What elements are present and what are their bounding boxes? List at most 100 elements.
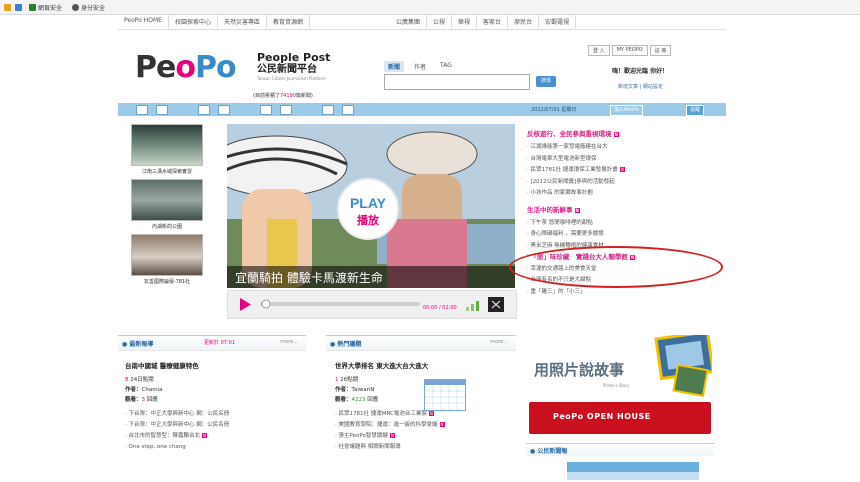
video-player[interactable]: PLAY 播放 宜蘭騎拍 體驗卡馬渡新生命 <box>227 124 515 288</box>
search-tab-news[interactable]: 新聞 <box>384 61 405 72</box>
search-tab-tag[interactable]: TAG <box>436 61 456 72</box>
site-title-en: People Post <box>257 51 331 64</box>
top-nav-item[interactable]: 天然災害專區 <box>218 15 267 28</box>
article-title[interactable]: 台南中國城 醫療健康特色 <box>125 360 305 370</box>
top-nav-item[interactable]: 校園探索中心 <box>169 15 218 28</box>
thumbnail-image[interactable] <box>131 179 203 221</box>
play-label-zh[interactable]: 播放 <box>357 213 380 227</box>
greeting-text: 嗨！歡迎光臨 你好！ <box>612 68 669 75</box>
new-badge: N <box>439 422 445 427</box>
logo-part: o <box>175 50 196 85</box>
story-subtitle: Photo's Story <box>603 383 630 388</box>
toolbar-icon[interactable] <box>136 104 148 115</box>
toolbar-icon[interactable] <box>198 104 210 115</box>
list-item[interactable]: · 下午茶 悠閒咖啡裡的甜點 <box>527 218 725 230</box>
identity-security-button[interactable]: 身分安全 <box>69 3 108 12</box>
my-peopo-button[interactable]: MY PEOPO <box>611 45 648 56</box>
new-badge: N <box>574 207 580 213</box>
article-author: 作者：Chamia <box>125 387 163 393</box>
list-item[interactable]: · 下台灣：中正大學與新中心 網：公民名冊 <box>125 409 305 420</box>
new-badge: N <box>613 132 619 137</box>
list-item[interactable]: · One step, one chang <box>125 442 305 453</box>
list-item[interactable]: · 江湖綠能第一家發電廠建在台大 <box>527 142 725 154</box>
volume-bar[interactable] <box>476 301 479 311</box>
list-item[interactable]: · 民眾1781社 捷運環保工業發展計畫 N <box>527 165 725 177</box>
search-input[interactable] <box>384 74 530 90</box>
article-title[interactable]: 世界大學排名 東大進大台大進大 <box>335 360 515 370</box>
thumbnail-image[interactable] <box>131 234 203 276</box>
article-comments: 觀看：3 回應 <box>125 397 158 403</box>
list-item[interactable]: · 台北市的智慧型：陳嘉鵬台北 N <box>125 431 305 442</box>
logo-part: Po <box>194 50 237 85</box>
thumbnail-caption[interactable]: 江南三溝水域探索實習 <box>125 168 209 175</box>
video-time: 00:00 / 02:00 <box>423 305 457 311</box>
search-button[interactable]: 搜尋 <box>536 76 556 87</box>
dropdown-icon[interactable] <box>15 3 22 11</box>
panel-title[interactable]: ● 公民新聞報 <box>530 446 567 455</box>
follow-button[interactable]: 追蹤 <box>686 105 705 116</box>
list-item[interactable]: · [2012公民新聞獎]參與的活動發起 <box>527 177 725 189</box>
progress-bar[interactable] <box>260 302 420 306</box>
current-date: 2012/07/01 星期日 <box>531 107 577 113</box>
join-peopo-button[interactable]: 加入PeoPo <box>610 105 643 116</box>
volume-bar[interactable] <box>466 307 469 311</box>
list-item[interactable]: · 下台灣：中正大學與新中心 網：公民名冊 <box>125 420 305 431</box>
browser-icon[interactable] <box>4 3 11 11</box>
play-label[interactable]: PLAY <box>350 195 387 211</box>
top-nav-item[interactable]: 公廣集團 <box>390 15 428 28</box>
citizen-news-thumbnail[interactable] <box>567 462 699 480</box>
article-thumbnail[interactable] <box>424 379 466 411</box>
progress-handle[interactable] <box>261 299 271 309</box>
sub-toolbar: 2012/07/01 星期日 加入PeoPo 追蹤 <box>118 103 726 116</box>
thumbnail-image[interactable] <box>131 124 203 166</box>
section-title[interactable]: 反核遊行、全民參與重視環境 N <box>527 128 725 138</box>
account-secondary-links[interactable]: 新增文章 | 網站設定 <box>618 83 663 90</box>
toolbar-icon[interactable] <box>218 104 230 115</box>
new-badge: N <box>389 433 395 438</box>
open-house-banner[interactable]: PeoPo OPEN HOUSE <box>529 402 711 434</box>
open-house-label: PeoPo OPEN HOUSE <box>553 412 651 421</box>
top-nav-item[interactable]: 客家台 <box>477 15 509 28</box>
list-item[interactable]: · 重「雞三」的「小三」 <box>527 287 725 299</box>
toolbar-icon[interactable] <box>260 104 272 115</box>
thumbnail-caption[interactable]: 內湖新的公園 <box>125 223 209 230</box>
more-link[interactable]: more... <box>280 339 298 345</box>
search-tabs: 新聞 作者 TAG <box>384 61 456 72</box>
toolbar-icon[interactable] <box>342 104 354 115</box>
list-item[interactable]: · 小孩作品 的家鄉故事計劃 <box>527 188 725 200</box>
toolbar-icon[interactable] <box>322 104 334 115</box>
article-count-number: 74190 <box>279 93 296 99</box>
top-nav-item[interactable]: PeoPo HOME <box>118 15 169 28</box>
section-title[interactable]: 生活中的新鮮事 N <box>527 204 725 214</box>
latest-article: 台南中國城 醫療健康特色 8 24日點閱 作者：Chamia 觀看：3 回應 ·… <box>125 360 305 453</box>
list-item[interactable]: · 美國教育學院：捷運：進一級的科學會議 N <box>335 420 515 431</box>
top-nav-item[interactable]: 華視 <box>452 15 478 28</box>
register-button[interactable]: 註 冊 <box>649 45 672 56</box>
search-tab-author[interactable]: 作者 <box>410 61 430 72</box>
panel-title: ● 最新報導 <box>122 341 154 348</box>
peopo-logo[interactable]: PeoPo <box>135 48 255 92</box>
site-title: People Post 公民新聞平台 Taiwan Citizen Journa… <box>257 52 367 82</box>
web-security-button[interactable]: 網頁安全 <box>26 3 65 12</box>
login-button[interactable]: 登 入 <box>588 45 610 56</box>
top-nav-item[interactable]: 教育資源網 <box>267 15 310 28</box>
hot-topics-panel: ● 熱門議題 more... <box>326 335 516 351</box>
list-item[interactable]: · 台灣電車大型電池新型環保 <box>527 154 725 166</box>
top-nav-item[interactable]: 公視 <box>427 15 453 28</box>
toolbar-icon[interactable] <box>280 104 292 115</box>
volume-bar[interactable] <box>471 304 474 311</box>
more-link[interactable]: more... <box>490 339 508 345</box>
citizen-news-panel: ● 公民新聞報 <box>526 443 714 456</box>
photo-story-banner[interactable]: 用照片說故事 Photo's Story <box>528 330 715 397</box>
list-item[interactable]: · 身心障礙福利 ，需要更多關懷 <box>527 229 725 241</box>
thumbnail-caption[interactable]: 友善國際論壇-781社 <box>125 278 209 285</box>
top-nav-item[interactable]: 原民台 <box>508 15 540 28</box>
highlight-circle <box>509 246 723 288</box>
list-item[interactable]: · 張主PeoPo智慧關鍵 N <box>335 431 515 442</box>
video-caption: 宜蘭騎拍 體驗卡馬渡新生命 <box>235 270 383 285</box>
new-badge: N <box>202 433 208 438</box>
list-item[interactable]: · 社會議題與 相關新聞報導 <box>335 442 515 453</box>
top-nav-item[interactable]: 宏觀電視 <box>539 15 577 28</box>
play-icon[interactable] <box>240 298 251 311</box>
toolbar-icon[interactable] <box>156 104 168 115</box>
